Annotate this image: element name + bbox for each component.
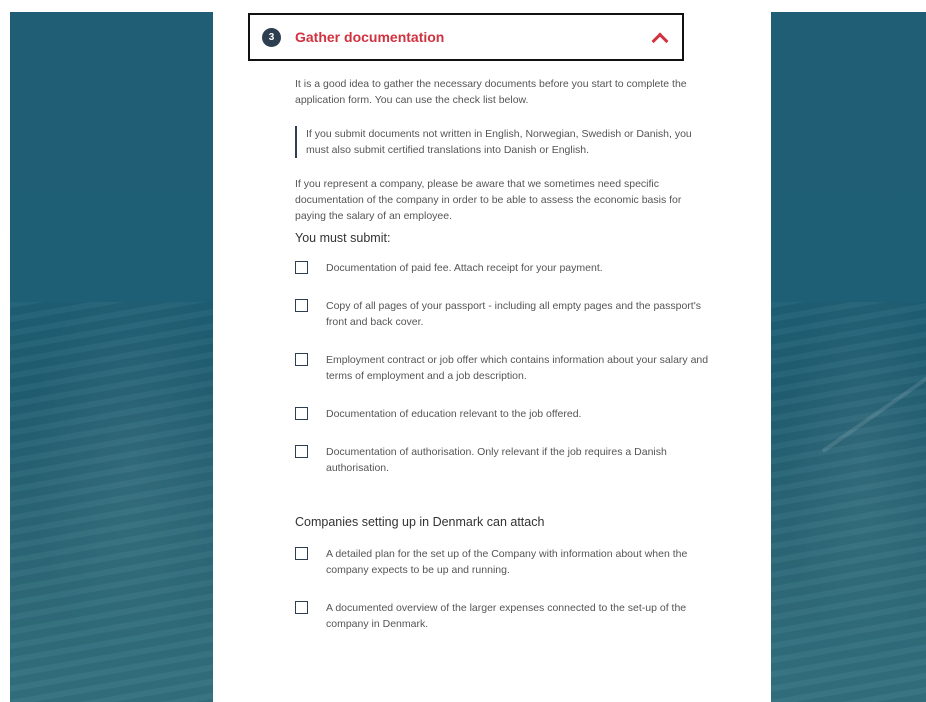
checkbox[interactable] (295, 547, 308, 560)
must-submit-checklist: Documentation of paid fee. Attach receip… (295, 260, 710, 476)
checklist-item-label: Documentation of paid fee. Attach receip… (326, 262, 603, 274)
checkbox[interactable] (295, 353, 308, 366)
checkbox[interactable] (295, 407, 308, 420)
checklist-item: A detailed plan for the set up of the Co… (295, 546, 710, 578)
content-card: 3 Gather documentation It is a good idea… (213, 0, 771, 702)
checkbox[interactable] (295, 261, 308, 274)
checklist-item-label: A documented overview of the larger expe… (326, 602, 687, 630)
background-image-left (10, 12, 213, 702)
checklist-item: Copy of all pages of your passport - inc… (295, 298, 710, 330)
translation-note: If you submit documents not written in E… (295, 126, 710, 158)
chevron-up-icon[interactable] (651, 32, 669, 50)
checklist-item: Documentation of authorisation. Only rel… (295, 444, 710, 476)
checklist-item-label: Documentation of education relevant to t… (326, 408, 582, 420)
checkbox[interactable] (295, 601, 308, 614)
checklist-item-label: Documentation of authorisation. Only rel… (326, 446, 667, 474)
checklist-item-label: Employment contract or job offer which c… (326, 354, 709, 382)
background-image-right (771, 12, 926, 702)
checklist-item-label: A detailed plan for the set up of the Co… (326, 548, 688, 576)
checklist-item: Employment contract or job offer which c… (295, 352, 710, 384)
checklist-item-label: Copy of all pages of your passport - inc… (326, 300, 701, 328)
checklist-item: Documentation of paid fee. Attach receip… (295, 260, 710, 276)
company-info-text: If you represent a company, please be aw… (295, 178, 682, 222)
intro-text: It is a good idea to gather the necessar… (295, 78, 687, 106)
companies-heading: Companies setting up in Denmark can atta… (295, 515, 545, 529)
checkbox[interactable] (295, 445, 308, 458)
checklist-item: A documented overview of the larger expe… (295, 600, 710, 632)
accordion-header[interactable]: 3 Gather documentation (248, 13, 684, 61)
checkbox[interactable] (295, 299, 308, 312)
accordion-title: Gather documentation (295, 29, 445, 45)
companies-checklist: A detailed plan for the set up of the Co… (295, 546, 710, 632)
must-submit-heading: You must submit: (295, 231, 391, 245)
checklist-item: Documentation of education relevant to t… (295, 406, 710, 422)
accordion-body: It is a good idea to gather the necessar… (295, 76, 710, 654)
step-number-badge: 3 (262, 27, 281, 47)
